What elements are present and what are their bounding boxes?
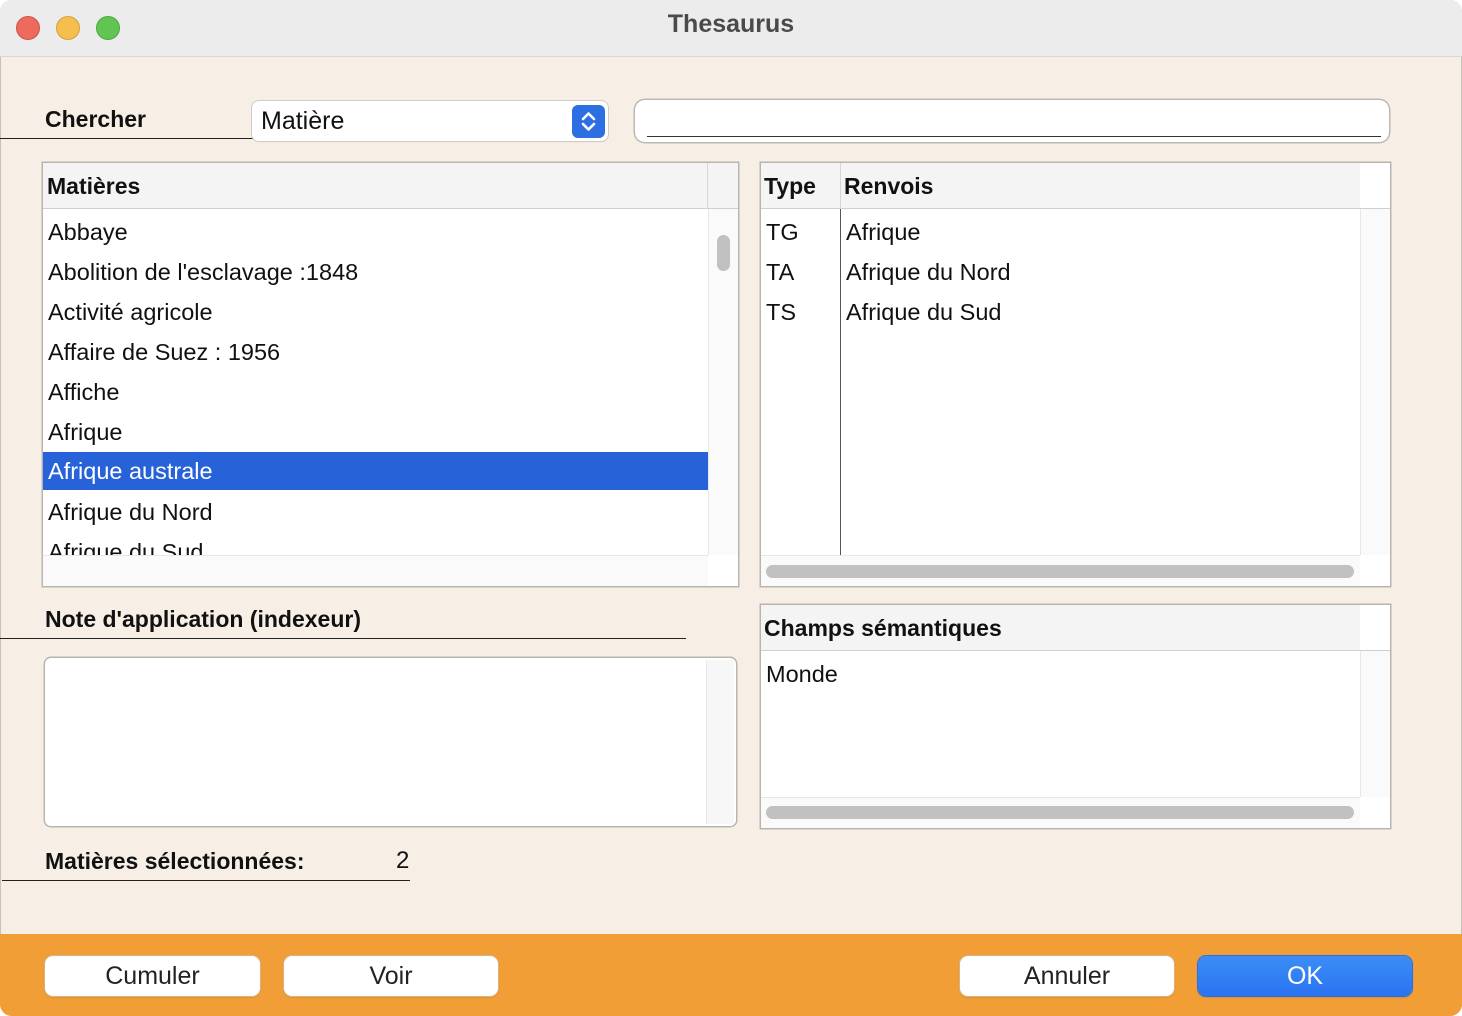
- list-item[interactable]: Monde: [761, 655, 1360, 693]
- search-field-value: Matière: [261, 107, 345, 135]
- cumuler-button[interactable]: Cumuler: [45, 956, 260, 996]
- champs-vertical-scrollbar[interactable]: [1360, 651, 1390, 797]
- renvois-header-corner: [1360, 163, 1390, 209]
- renvois-scroll-thumb[interactable]: [766, 565, 1354, 578]
- matieres-scroll-thumb[interactable]: [717, 235, 730, 271]
- champs-scroll-thumb[interactable]: [766, 806, 1354, 819]
- list-item[interactable]: Abolition de l'esclavage :1848: [43, 253, 708, 291]
- matieres-list: Matières Abbaye Abolition de l'esclavage…: [43, 163, 738, 586]
- table-cell-term[interactable]: Afrique du Sud: [841, 293, 1360, 331]
- chevron-updown-icon[interactable]: [572, 105, 605, 138]
- note-label-underline: [0, 638, 686, 639]
- search-label-underline: [0, 138, 255, 139]
- matieres-rows: Abbaye Abolition de l'esclavage :1848 Ac…: [43, 211, 708, 555]
- list-item[interactable]: Afrique du Sud: [43, 533, 708, 555]
- list-item[interactable]: Afrique: [43, 413, 708, 451]
- table-cell-type[interactable]: TA: [761, 253, 839, 291]
- annuler-button[interactable]: Annuler: [960, 956, 1174, 996]
- table-cell-term[interactable]: Afrique du Nord: [841, 253, 1360, 291]
- selected-count-label: Matières sélectionnées:: [45, 848, 305, 874]
- voir-button[interactable]: Voir: [284, 956, 498, 996]
- search-label: Chercher: [45, 106, 146, 132]
- list-item[interactable]: Affiche: [43, 373, 708, 411]
- ok-button[interactable]: OK: [1198, 956, 1412, 996]
- table-cell-type[interactable]: TS: [761, 293, 839, 331]
- champs-list: Champs sémantiques Monde: [761, 605, 1390, 828]
- list-item[interactable]: Activité agricole: [43, 293, 708, 331]
- matieres-header-corner: [708, 163, 738, 209]
- note-textarea[interactable]: [45, 658, 736, 826]
- table-cell-term[interactable]: Afrique: [841, 213, 1360, 251]
- champs-column-header[interactable]: Champs sémantiques: [761, 605, 1360, 651]
- list-item[interactable]: Affaire de Suez : 1956: [43, 333, 708, 371]
- list-item-selected[interactable]: Afrique australe: [43, 452, 708, 490]
- renvois-vertical-scrollbar[interactable]: [1360, 209, 1390, 555]
- champs-horizontal-scrollbar[interactable]: [761, 797, 1360, 828]
- window-title: Thesaurus: [667, 10, 795, 38]
- renvois-column-header[interactable]: Renvois: [841, 163, 1360, 209]
- matieres-vertical-scrollbar[interactable]: [708, 209, 738, 555]
- selected-count-underline: [2, 880, 410, 881]
- search-box: [635, 100, 1389, 142]
- matieres-horizontal-scrollbar[interactable]: [43, 555, 708, 586]
- renvois-table: Type Renvois TG Afrique TA Afrique du No…: [761, 163, 1390, 586]
- note-label: Note d'application (indexeur): [45, 606, 361, 632]
- thesaurus-window: Thesaurus Chercher Matière Matières Abba…: [0, 0, 1462, 1016]
- title-bar: Thesaurus: [0, 0, 1462, 57]
- champs-header-corner: [1360, 605, 1390, 651]
- renvois-horizontal-scrollbar[interactable]: [761, 555, 1360, 586]
- search-input[interactable]: [647, 104, 1381, 137]
- table-cell-type[interactable]: TG: [761, 213, 839, 251]
- type-column-header[interactable]: Type: [761, 163, 841, 209]
- search-field-select[interactable]: Matière: [252, 101, 608, 141]
- list-item[interactable]: Abbaye: [43, 213, 708, 251]
- matieres-column-header[interactable]: Matières: [43, 163, 708, 209]
- list-item[interactable]: Afrique du Nord: [43, 493, 708, 531]
- selected-count-value: 2: [396, 847, 410, 874]
- note-vertical-scrollbar[interactable]: [706, 660, 734, 824]
